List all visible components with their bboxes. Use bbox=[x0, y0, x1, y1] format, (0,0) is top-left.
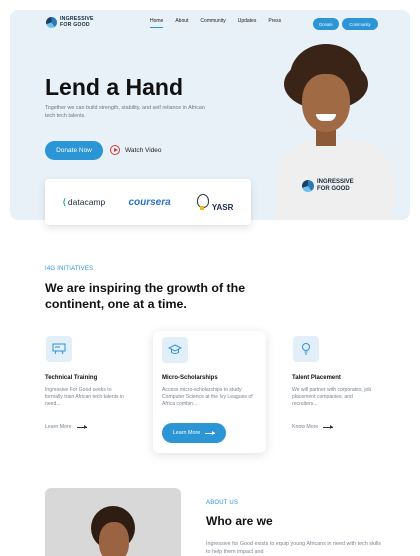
header-community-button[interactable]: Community bbox=[342, 18, 378, 30]
nav-press[interactable]: Press bbox=[268, 18, 281, 24]
datacamp-mark-icon: ⟨ bbox=[62, 196, 66, 207]
card-desc: We will partner with corporates, job pla… bbox=[292, 387, 372, 407]
card-title: Talent Placement bbox=[292, 375, 341, 381]
nav-about[interactable]: About bbox=[175, 18, 188, 24]
globe-logo-icon bbox=[302, 179, 314, 192]
brand-line-2: FOR GOOD bbox=[60, 21, 90, 28]
partners-card: ⟨ datacamp coursera YASR bbox=[45, 179, 251, 225]
card-desc: Ingressive For Good seeks to formally tr… bbox=[45, 387, 124, 407]
arrow-right-icon bbox=[323, 424, 334, 429]
card-title: Technical Training bbox=[45, 375, 98, 381]
training-board-icon bbox=[46, 336, 72, 362]
initiatives-eyebrow: I4G INITIATIVES bbox=[45, 266, 94, 272]
card-desc: Access micro-scholarships to study Compu… bbox=[162, 387, 253, 407]
datacamp-logo: ⟨ datacamp bbox=[62, 196, 106, 208]
card-title: Micro-Scholarships bbox=[162, 375, 218, 381]
donate-now-button[interactable]: Donate Now bbox=[45, 141, 103, 160]
know-more-link[interactable]: Know More bbox=[292, 424, 334, 430]
about-photo bbox=[45, 488, 181, 556]
initiatives-title: We are inspiring the growth of the conti… bbox=[45, 281, 246, 311]
learn-more-link[interactable]: Learn More bbox=[45, 424, 87, 430]
watch-video-button[interactable]: Watch Video bbox=[110, 145, 162, 155]
nav-updates[interactable]: Updates bbox=[238, 18, 257, 24]
about-eyebrow: ABOUT US bbox=[206, 500, 239, 506]
coursera-logo: coursera bbox=[128, 196, 171, 208]
watch-video-label: Watch Video bbox=[125, 146, 162, 154]
lightbulb-icon bbox=[293, 336, 319, 362]
learn-more-button[interactable]: Learn More bbox=[162, 423, 226, 443]
hero-portrait: INGRESSIVE FOR GOOD bbox=[272, 44, 402, 220]
about-title: Who are we bbox=[206, 514, 273, 528]
play-icon bbox=[110, 145, 120, 155]
nav-home[interactable]: Home bbox=[150, 18, 164, 28]
graduation-cap-icon bbox=[162, 337, 188, 363]
arrow-right-icon bbox=[76, 424, 87, 429]
shirt-logo: INGRESSIVE FOR GOOD bbox=[302, 179, 354, 192]
about-text: Ingressive for Good exists to equip youn… bbox=[206, 541, 381, 555]
bulb-icon bbox=[194, 192, 210, 212]
hero-title: Lend a Hand bbox=[45, 74, 184, 100]
header-donate-button[interactable]: Donate bbox=[313, 18, 339, 30]
hero-subtitle: Together we can build strength, stabilit… bbox=[45, 105, 205, 119]
arrow-right-icon bbox=[205, 430, 216, 435]
globe-logo-icon bbox=[46, 17, 57, 28]
nav-community[interactable]: Community bbox=[200, 18, 225, 24]
yasr-logo: YASR bbox=[194, 192, 233, 212]
main-nav: Home About Community Updates Press bbox=[150, 18, 281, 28]
initiative-card-scholarships: Micro-Scholarships Access micro-scholars… bbox=[153, 331, 266, 453]
site-logo[interactable]: INGRESSIVE FOR GOOD bbox=[46, 16, 94, 28]
